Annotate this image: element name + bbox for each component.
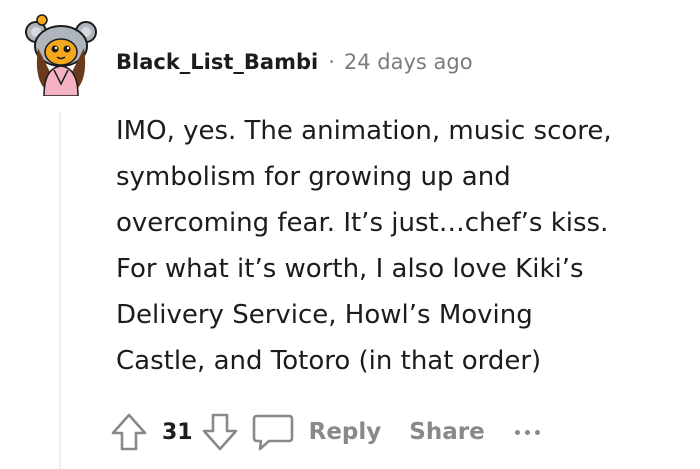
downvote-button[interactable] bbox=[201, 412, 239, 452]
comment-action-bar: 31 Reply Share bbox=[110, 406, 540, 458]
arrow-up-icon bbox=[111, 413, 147, 451]
reply-label: Reply bbox=[308, 419, 382, 445]
comment-body-line: overcoming fear. It’s just…chef’s kiss. bbox=[116, 208, 609, 238]
comment-body-line: Castle, and Totoro (in that order) bbox=[116, 346, 542, 376]
vote-count: 31 bbox=[162, 419, 193, 445]
user-avatar[interactable] bbox=[24, 12, 98, 97]
header-separator: · bbox=[328, 50, 335, 74]
ellipsis-icon[interactable] bbox=[514, 429, 540, 435]
comment-body-line: symbolism for growing up and bbox=[116, 162, 511, 192]
comment-body-line: Delivery Service, Howl’s Moving bbox=[116, 300, 533, 330]
thread-collapse-line[interactable] bbox=[59, 112, 61, 469]
username-link[interactable]: Black_List_Bambi bbox=[116, 50, 318, 74]
share-button[interactable]: Share bbox=[409, 419, 484, 445]
comment-header: Black_List_Bambi · 24 days ago bbox=[116, 50, 473, 74]
comment-body-line: IMO, yes. The animation, music score, bbox=[116, 116, 612, 146]
comment-body-line: For what it’s worth, I also love Kiki’s bbox=[116, 254, 584, 284]
upvote-button[interactable] bbox=[110, 412, 148, 452]
speech-bubble-icon bbox=[252, 414, 293, 451]
comment-timestamp[interactable]: 24 days ago bbox=[344, 50, 473, 74]
comment-body: IMO, yes. The animation, music score, sy… bbox=[116, 108, 686, 384]
arrow-down-icon bbox=[202, 413, 237, 451]
reply-button[interactable]: Reply bbox=[251, 412, 382, 452]
